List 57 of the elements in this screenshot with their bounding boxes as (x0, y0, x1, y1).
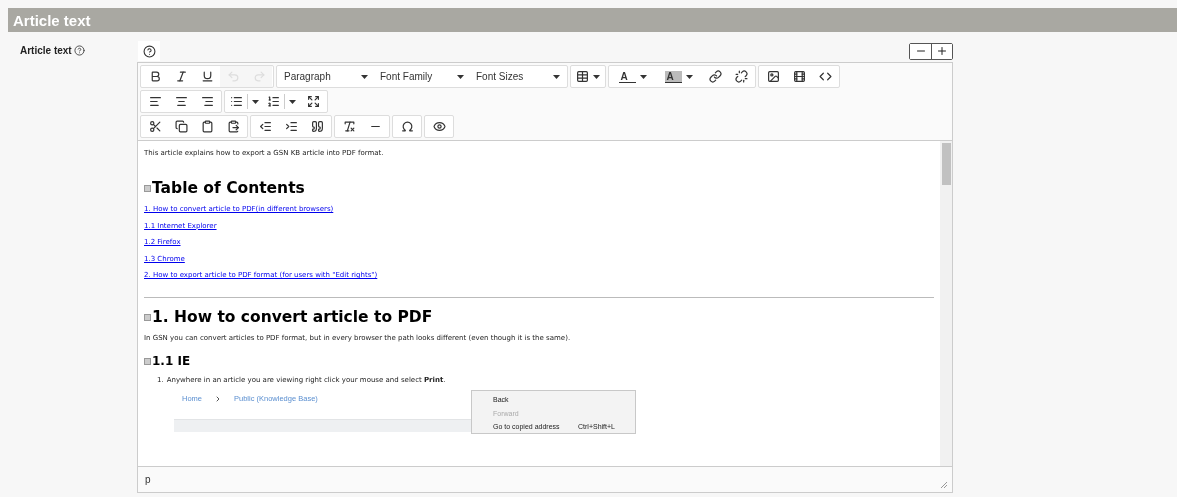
unlink-icon (734, 70, 748, 83)
element-path: p (145, 474, 151, 485)
heading: Table of Contents (152, 179, 305, 197)
caret-icon (553, 74, 560, 79)
omega-icon (400, 120, 414, 133)
caret-icon (457, 74, 464, 79)
help-icon[interactable] (73, 45, 85, 56)
scissors-icon (148, 120, 162, 133)
scrollbar[interactable] (940, 141, 952, 466)
section-header: Article text (8, 8, 1177, 32)
text-color-button[interactable]: A (610, 66, 656, 87)
undo-icon (226, 70, 240, 83)
chevron-icon (214, 394, 222, 403)
subheading: 1.1 IE (152, 354, 191, 368)
caret-icon (639, 74, 647, 79)
heading: 1. How to convert article to PDF (152, 308, 433, 326)
help-button[interactable] (138, 41, 160, 61)
code-icon (818, 70, 832, 83)
caret-icon (361, 74, 368, 79)
clear-formatting-icon (342, 120, 356, 133)
format-dropdown[interactable]: Font Family (374, 66, 470, 87)
grow-button[interactable] (931, 43, 952, 59)
image-icon (766, 70, 780, 83)
align-left-icon (148, 95, 162, 108)
plus-icon (936, 45, 948, 57)
fullscreen-icon (306, 95, 320, 108)
caret-icon (685, 74, 693, 79)
clipboard-icon (200, 120, 214, 133)
indent-icon (284, 120, 298, 133)
anchor-icon (144, 184, 151, 192)
caret-icon (289, 99, 296, 104)
help-icon (142, 44, 156, 58)
field-label: Article text (20, 45, 72, 56)
align-right-icon (200, 95, 214, 108)
format-dropdown[interactable]: Paragraph (278, 66, 374, 87)
underline-icon (200, 70, 214, 83)
link-icon (708, 70, 722, 83)
paste-text-icon (226, 120, 240, 133)
eye-icon (432, 120, 446, 133)
film-icon (792, 70, 806, 83)
shrink-button[interactable] (910, 43, 931, 59)
caret-icon (593, 74, 600, 79)
quote-icon (310, 120, 324, 133)
highlight-color-button[interactable]: A (656, 66, 702, 87)
anchor-icon (144, 313, 151, 321)
redo-icon (252, 70, 266, 83)
table-icon (576, 70, 589, 83)
align-center-icon (174, 95, 188, 108)
numbered-list-icon (267, 95, 280, 108)
caret-icon (252, 99, 259, 104)
resize-handle-icon[interactable] (940, 481, 948, 489)
outdent-icon (258, 120, 272, 133)
format-dropdown[interactable]: Font Sizes (470, 66, 566, 87)
copy-icon (174, 120, 188, 133)
anchor-icon (144, 357, 151, 365)
italic-icon (174, 70, 188, 83)
bullet-list-icon (230, 95, 243, 108)
